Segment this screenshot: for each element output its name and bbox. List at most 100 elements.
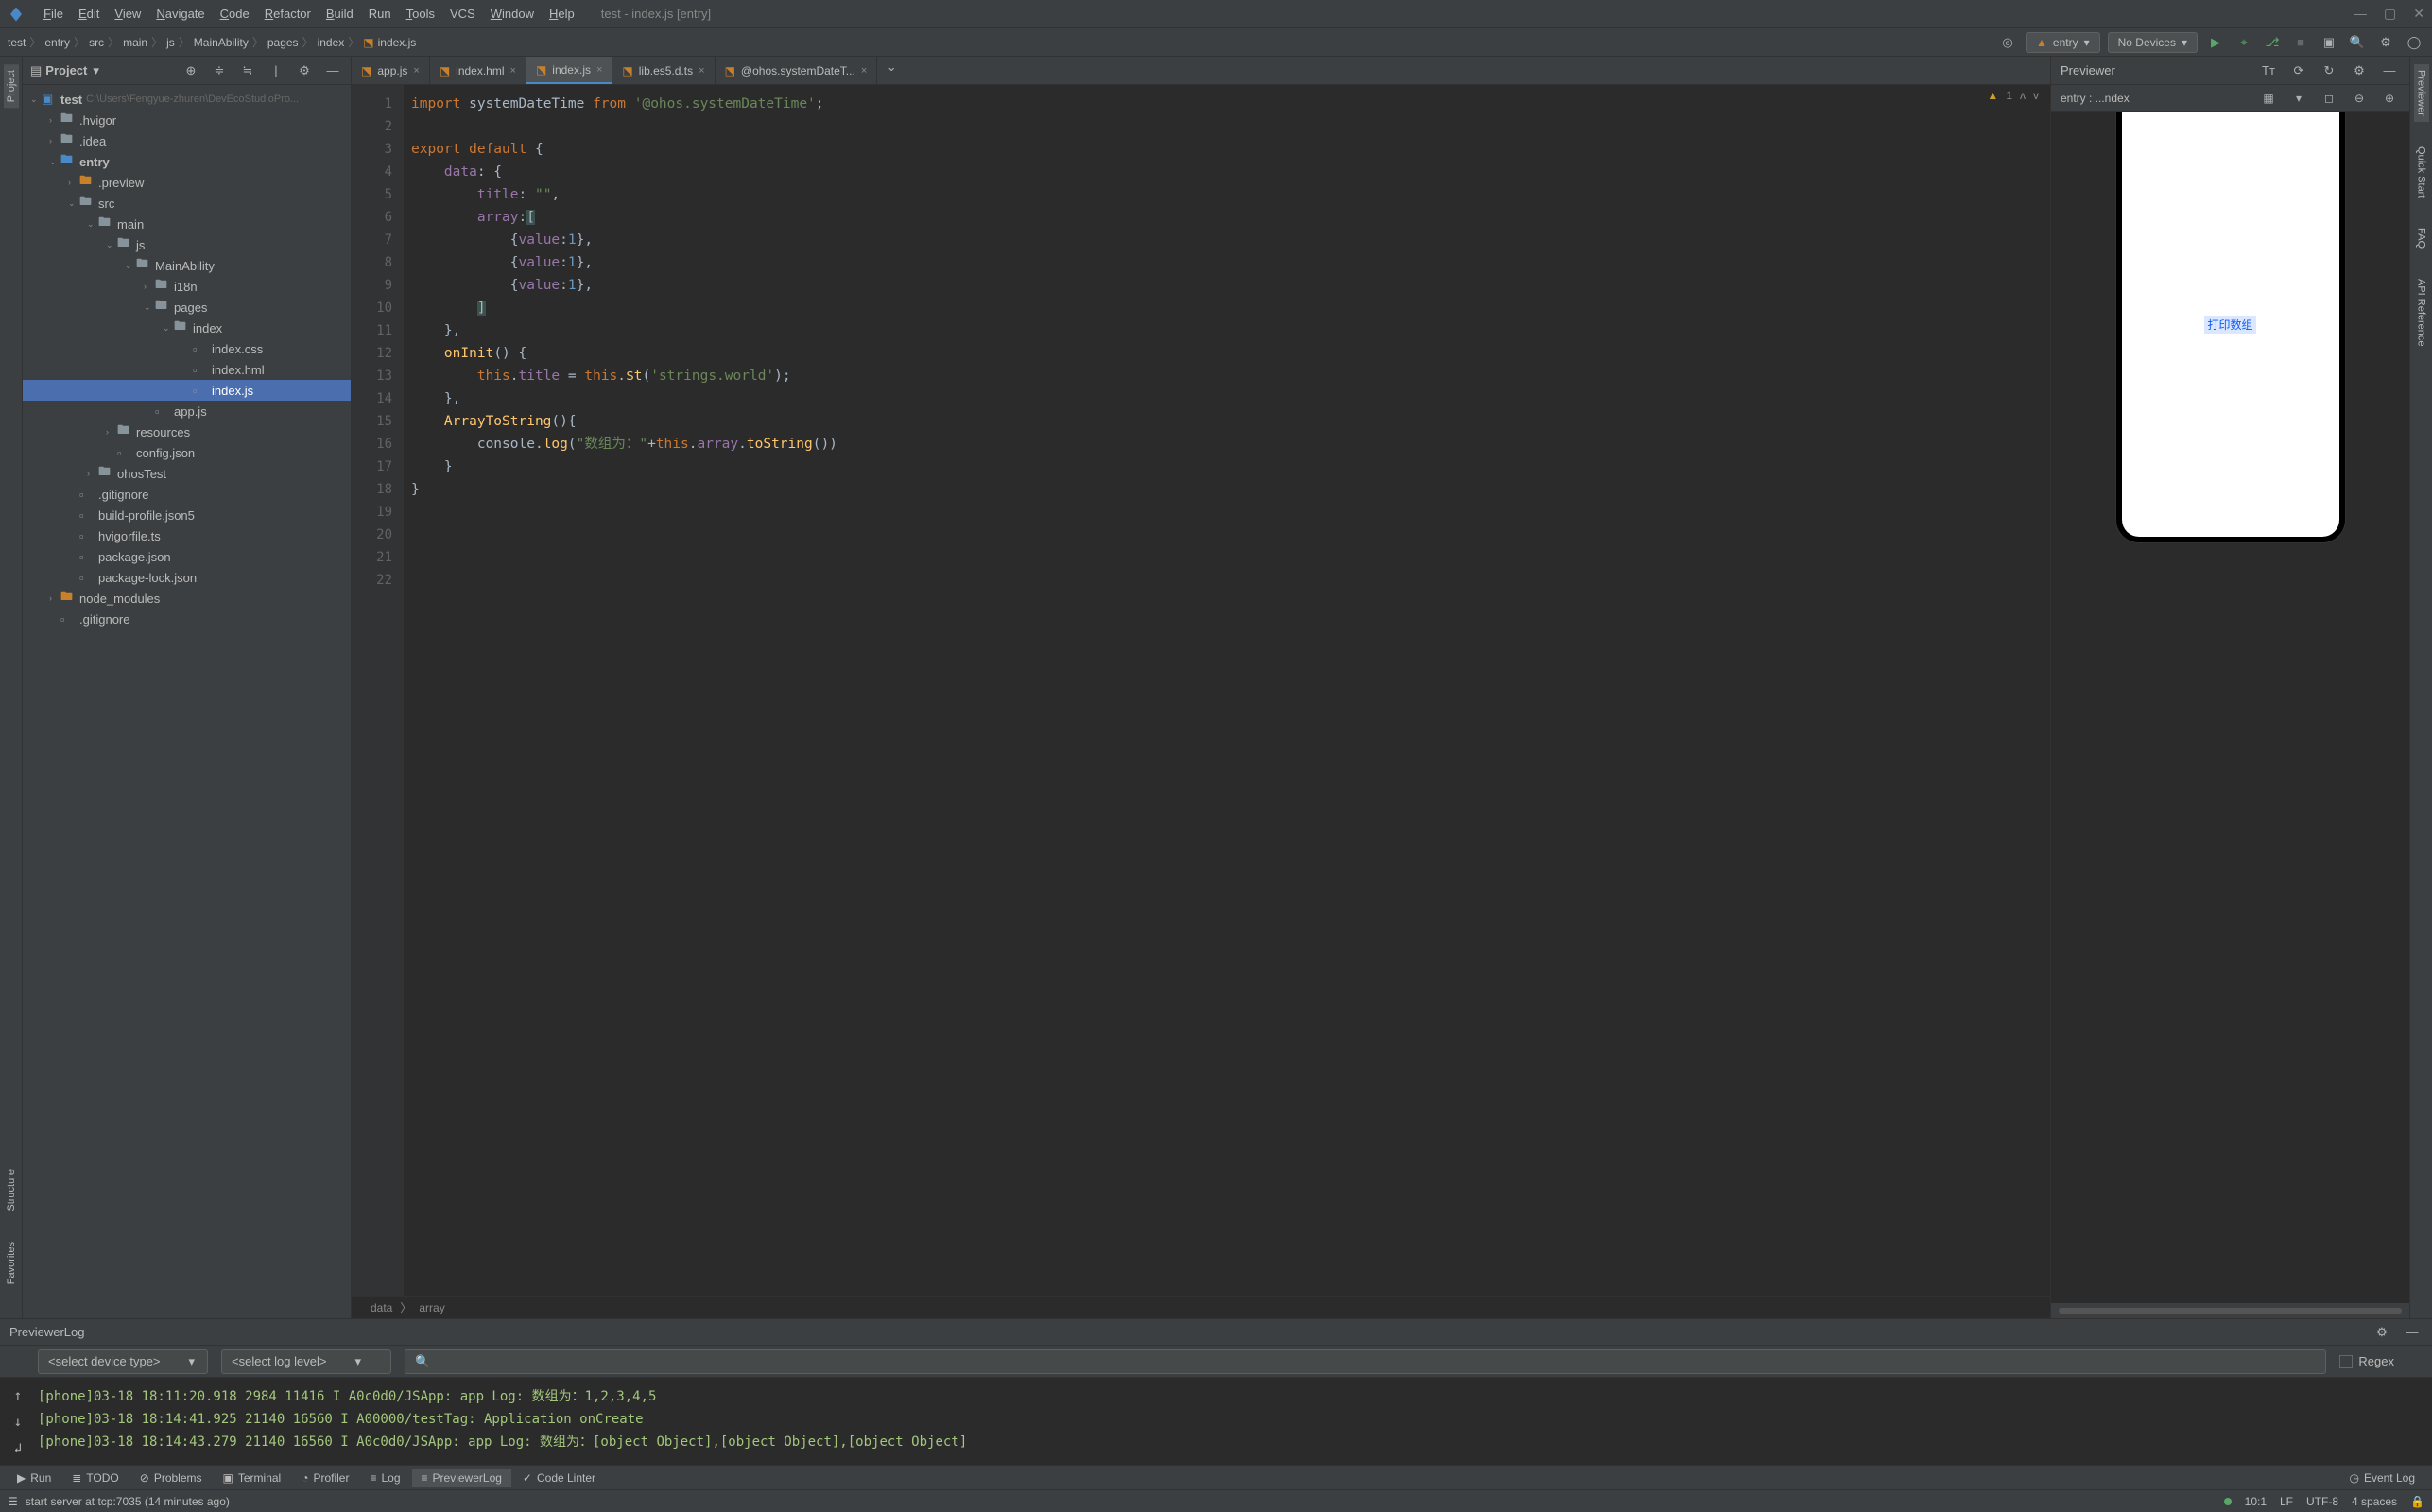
tree-node[interactable]: ›🖿resources <box>23 421 351 442</box>
crumb[interactable]: index.js <box>378 36 417 49</box>
tree-node[interactable]: ▫config.json <box>23 442 351 463</box>
coverage-icon[interactable]: ⎇ <box>2262 32 2283 53</box>
zoom-in-icon[interactable]: ⊕ <box>2379 88 2400 109</box>
search-icon[interactable]: 🔍 <box>2347 32 2368 53</box>
gear-icon[interactable]: ⚙ <box>294 60 315 81</box>
menu-view[interactable]: View <box>107 3 148 25</box>
zoom-out-icon[interactable]: ⊖ <box>2349 88 2370 109</box>
minimize-icon[interactable]: — <box>2354 6 2367 22</box>
menu-file[interactable]: File <box>36 3 71 25</box>
left-tab-favorites[interactable]: Favorites <box>4 1236 19 1290</box>
user-icon[interactable]: ◯ <box>2404 32 2424 53</box>
close-tab-icon[interactable]: × <box>699 65 704 77</box>
menu-help[interactable]: Help <box>542 3 582 25</box>
tree-node[interactable]: ›🖿.hvigor <box>23 110 351 130</box>
tree-node[interactable]: ⌄🖿js <box>23 234 351 255</box>
line-separator[interactable]: LF <box>2280 1495 2293 1508</box>
tree-node[interactable]: ›🖿.preview <box>23 172 351 193</box>
menu-vcs[interactable]: VCS <box>442 3 483 25</box>
menu-code[interactable]: Code <box>213 3 257 25</box>
preview-device[interactable]: 打印数组 <box>2122 112 2339 537</box>
left-tab-structure[interactable]: Structure <box>4 1163 19 1217</box>
status-icon[interactable]: ☰ <box>8 1495 18 1508</box>
tree-node[interactable]: ⌄🖿MainAbility <box>23 255 351 276</box>
menu-edit[interactable]: Edit <box>71 3 107 25</box>
bottom-tab-todo[interactable]: ≣TODO <box>62 1469 129 1487</box>
crumb[interactable]: MainAbility <box>194 36 249 49</box>
tree-node[interactable]: ›🖿i18n <box>23 276 351 297</box>
editor-tab[interactable]: ⬔app.js× <box>352 57 430 84</box>
preview-button[interactable]: 打印数组 <box>2204 316 2255 334</box>
tree-node[interactable]: ›🖿ohosTest <box>23 463 351 484</box>
log-search-input[interactable]: 🔍 <box>405 1349 2326 1374</box>
bottom-tab-codelinter[interactable]: ✓Code Linter <box>513 1469 605 1487</box>
log-level-select[interactable]: <select log level>▾ <box>221 1349 391 1374</box>
menu-run[interactable]: Run <box>361 3 399 25</box>
bottom-tab-eventlog[interactable]: ◷Event Log <box>2339 1469 2424 1487</box>
cursor-position[interactable]: 10:1 <box>2245 1495 2267 1508</box>
bottom-tab-profiler[interactable]: ◔Profiler <box>292 1469 358 1487</box>
prev-highlight-icon[interactable]: ʌ <box>2020 89 2026 102</box>
tree-node[interactable]: ▫package-lock.json <box>23 567 351 588</box>
bottom-tab-log[interactable]: ≡Log <box>360 1469 409 1487</box>
preview-scrollbar[interactable] <box>2059 1308 2402 1314</box>
text-icon[interactable]: Tᴛ <box>2258 60 2279 81</box>
locate-icon[interactable]: ⊕ <box>181 60 201 81</box>
hide-icon[interactable]: — <box>2379 60 2400 81</box>
close-tab-icon[interactable]: × <box>861 65 867 77</box>
maximize-icon[interactable]: ▢ <box>2384 6 2396 22</box>
log-down-icon[interactable]: ↓ <box>8 1412 28 1433</box>
tree-node[interactable]: ⌄🖿pages <box>23 297 351 318</box>
crumb[interactable]: js <box>166 36 175 49</box>
code-editor[interactable]: import systemDateTime from '@ohos.system… <box>404 85 2050 1296</box>
expand-icon[interactable]: ≑ <box>209 60 230 81</box>
refresh-icon[interactable]: ⟳ <box>2288 60 2309 81</box>
gear-icon[interactable]: ⚙ <box>2349 60 2370 81</box>
tree-node[interactable]: ⌄🖿src <box>23 193 351 214</box>
right-tab-api[interactable]: API Reference <box>2414 273 2429 352</box>
bottom-tab-problems[interactable]: ⊘Problems <box>130 1469 212 1487</box>
log-wrap-icon[interactable]: ↲ <box>8 1438 28 1459</box>
settings-icon[interactable]: ⚙ <box>2375 32 2396 53</box>
log-up-icon[interactable]: ↑ <box>8 1385 28 1406</box>
right-tab-faq[interactable]: FAQ <box>2414 222 2429 254</box>
debug-icon[interactable]: ⌖ <box>2234 32 2254 53</box>
editor-tab[interactable]: ⬔index.js× <box>526 57 612 84</box>
menu-navigate[interactable]: Navigate <box>148 3 212 25</box>
crumb[interactable]: pages <box>267 36 299 49</box>
bottom-tab-terminal[interactable]: ▣Terminal <box>214 1469 291 1487</box>
crumb[interactable]: entry <box>44 36 70 49</box>
tree-node[interactable]: ▫package.json <box>23 546 351 567</box>
next-highlight-icon[interactable]: v <box>2033 89 2039 102</box>
tree-node[interactable]: ▫index.js <box>23 380 351 401</box>
encoding[interactable]: UTF-8 <box>2306 1495 2338 1508</box>
crumb[interactable]: index <box>318 36 345 49</box>
indent[interactable]: 4 spaces <box>2352 1495 2397 1508</box>
crumb[interactable]: main <box>123 36 147 49</box>
run-config-dropdown[interactable]: ▲entry▾ <box>2026 32 2100 53</box>
warning-icon[interactable]: ▲ <box>1987 89 1998 102</box>
device-type-select[interactable]: <select device type>▾ <box>38 1349 208 1374</box>
tree-node[interactable]: ⌄🖿main <box>23 214 351 234</box>
lock-icon[interactable]: 🔒 <box>2410 1495 2424 1508</box>
project-tree[interactable]: ⌄▣ test C:\Users\Fengyue-zhuren\DevEcoSt… <box>23 85 351 1318</box>
close-icon[interactable]: ✕ <box>2413 6 2424 22</box>
close-tab-icon[interactable]: × <box>510 65 516 77</box>
right-tab-previewer[interactable]: Previewer <box>2414 64 2429 122</box>
menu-tools[interactable]: Tools <box>399 3 442 25</box>
tree-node[interactable]: ▫index.css <box>23 338 351 359</box>
run-icon[interactable]: ▶ <box>2205 32 2226 53</box>
reload-icon[interactable]: ↻ <box>2319 60 2339 81</box>
tree-node[interactable]: ›🖿node_modules <box>23 588 351 609</box>
editor-tab[interactable]: ⬔@ohos.systemDateT...× <box>716 57 878 84</box>
menu-window[interactable]: Window <box>483 3 542 25</box>
close-tab-icon[interactable]: × <box>596 64 602 76</box>
tree-node[interactable]: ▫app.js <box>23 401 351 421</box>
tree-node[interactable]: ▫.gitignore <box>23 609 351 629</box>
dropdown-icon[interactable]: ▾ <box>2288 88 2309 109</box>
collapse-icon[interactable]: ≒ <box>237 60 258 81</box>
regex-checkbox[interactable] <box>2339 1355 2353 1368</box>
bottom-tab-previewerlog[interactable]: ≡PreviewerLog <box>412 1469 511 1487</box>
device-dropdown[interactable]: No Devices▾ <box>2108 32 2198 53</box>
tree-node[interactable]: ▫hvigorfile.ts <box>23 525 351 546</box>
